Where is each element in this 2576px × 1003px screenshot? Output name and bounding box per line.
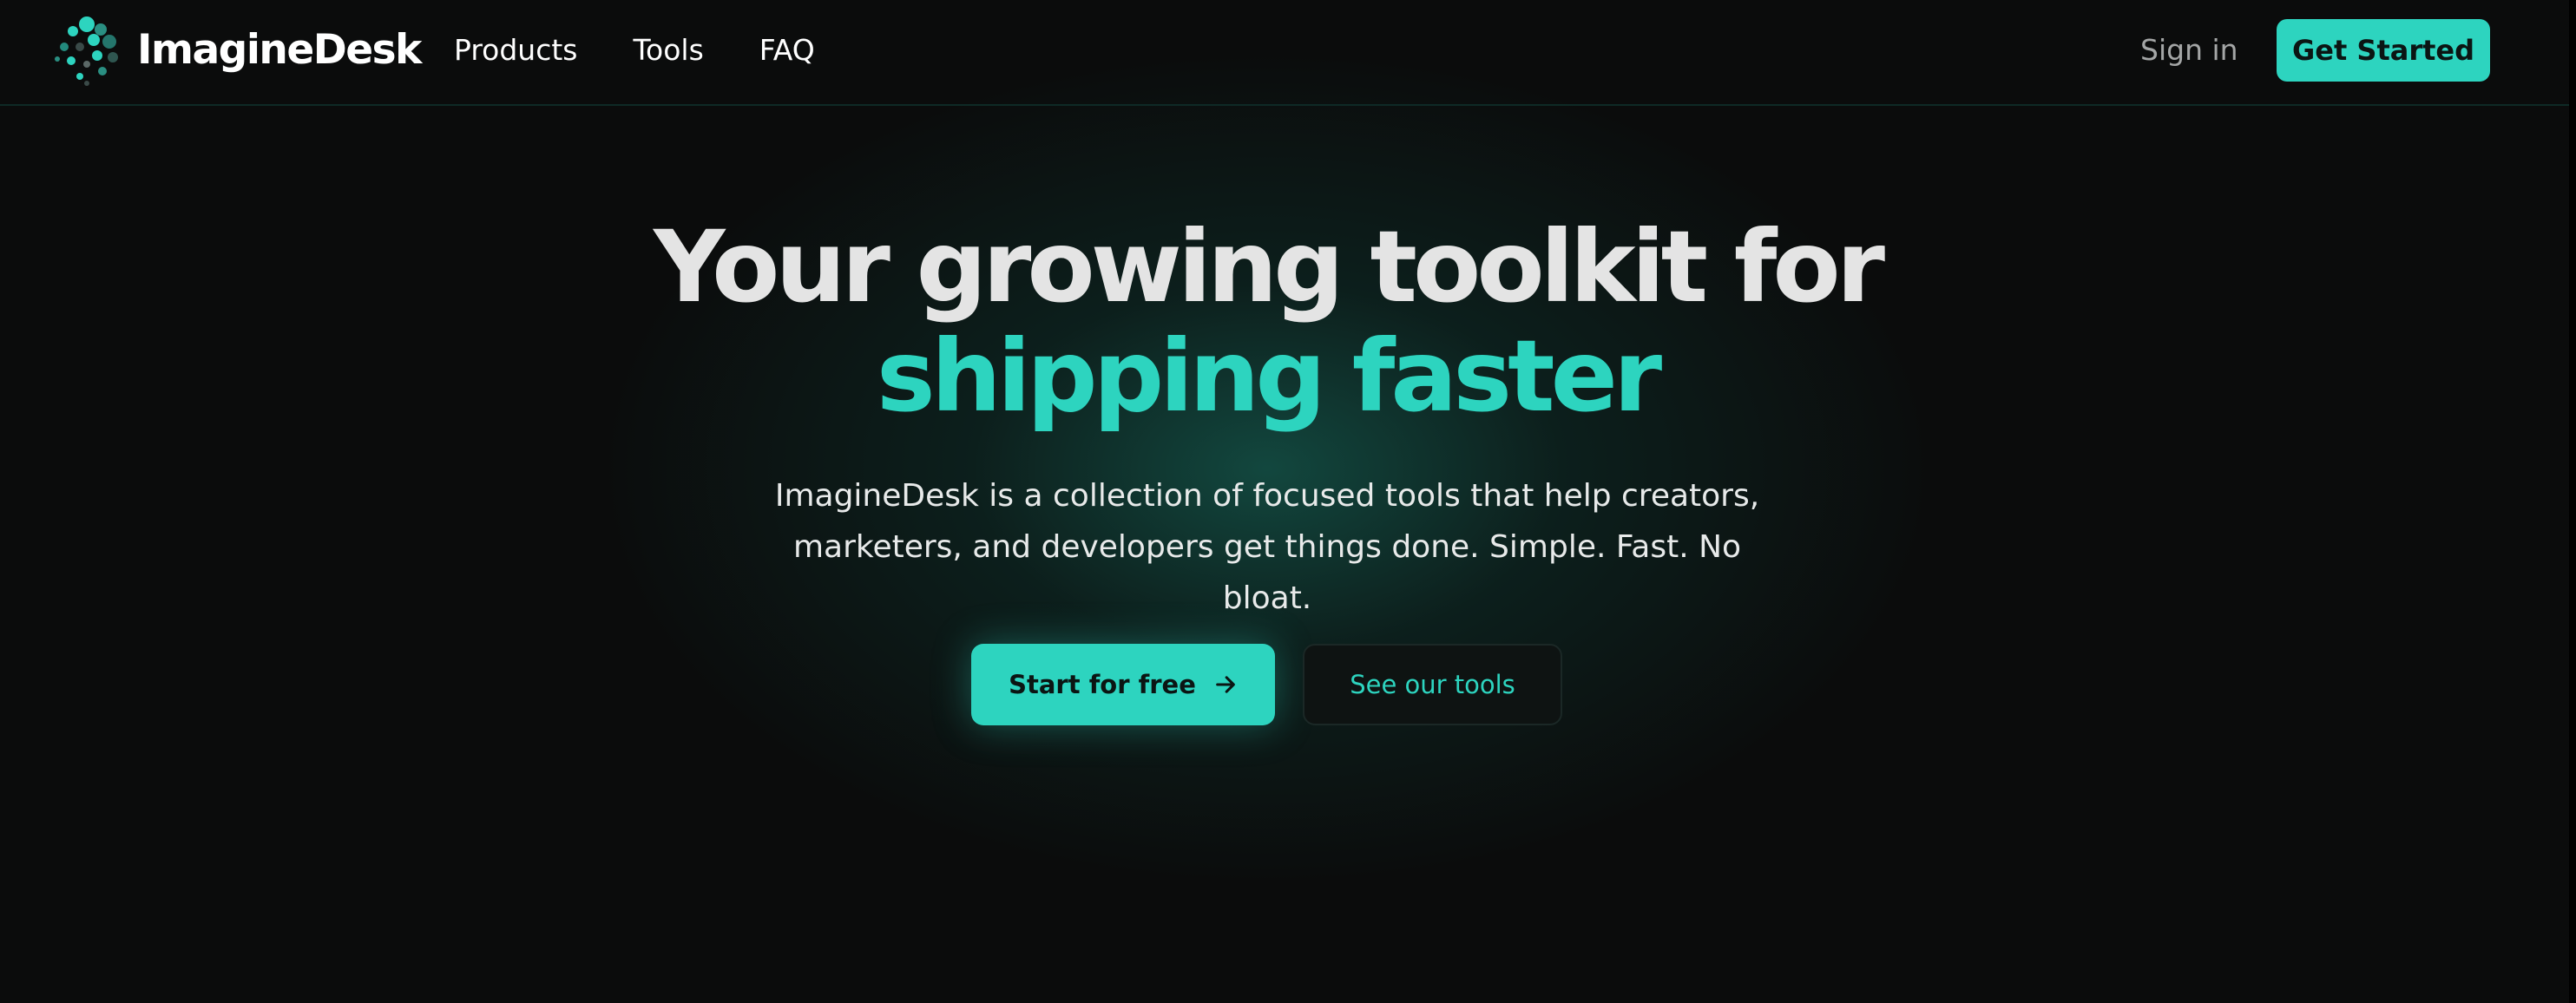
top-navigation-bar: ImagineDesk Products Tools FAQ Sign in G… [0,0,2576,106]
see-our-tools-button[interactable]: See our tools [1303,644,1562,725]
hero-headline-highlight: shipping faster [876,318,1662,434]
hero-glow-background [573,35,1962,902]
primary-nav: Products Tools FAQ [454,28,815,73]
brand-name: ImagineDesk [137,25,422,74]
hero-headline-line1: Your growing toolkit for [654,209,1885,324]
hero-headline: Your growing toolkit for shipping faster [0,213,2534,431]
get-started-button[interactable]: Get Started [2277,19,2490,82]
window-edge [2569,0,2576,1003]
sign-in-link[interactable]: Sign in [2140,28,2238,73]
nav-link-faq[interactable]: FAQ [759,28,815,73]
arrow-right-icon [1216,676,1235,693]
nav-link-products[interactable]: Products [454,28,578,73]
hero-subtitle-line1: ImagineDesk is a collection of focused t… [774,478,1760,514]
hero-subtitle: ImagineDesk is a collection of focused t… [746,470,1788,624]
start-for-free-label: Start for free [1009,670,1196,699]
nav-link-tools[interactable]: Tools [634,28,704,73]
start-for-free-button[interactable]: Start for free [971,644,1275,725]
dotted-circle-logo-icon [55,16,118,86]
logo-link[interactable]: ImagineDesk [49,12,422,87]
hero-subtitle-line2: marketers, and developers get things don… [792,529,1742,616]
